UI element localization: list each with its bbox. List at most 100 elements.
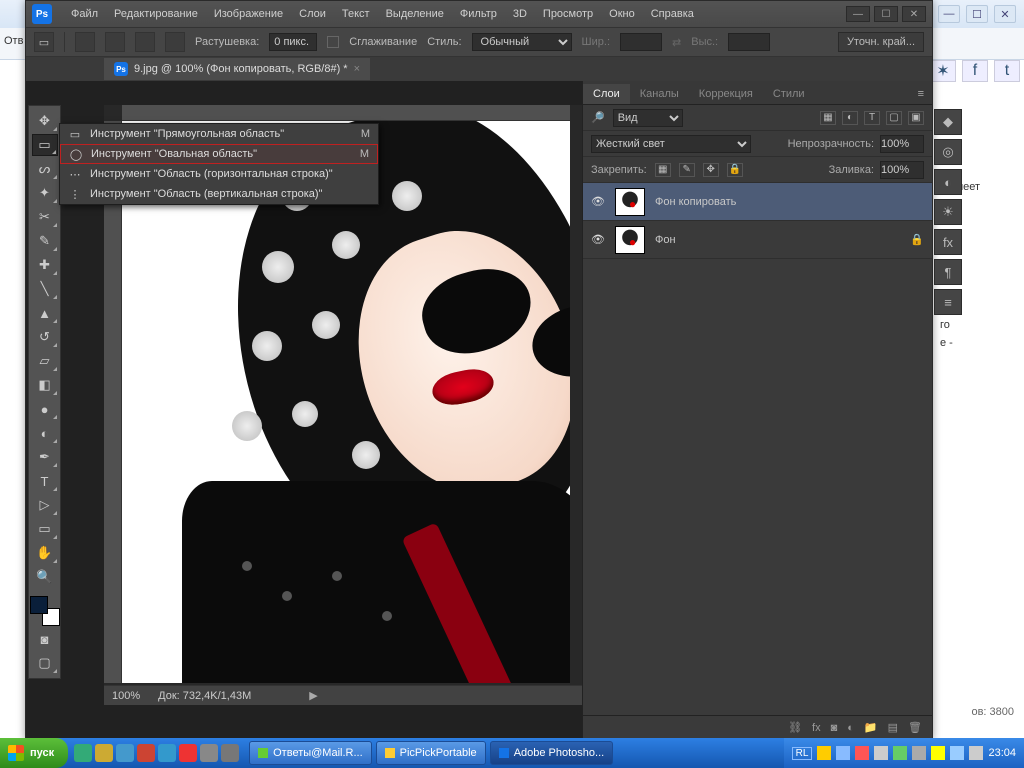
vk-icon[interactable]: ✶ xyxy=(930,60,956,82)
selection-subtract-icon[interactable] xyxy=(135,32,155,52)
menu-view[interactable]: Просмотр xyxy=(536,5,600,23)
dock-layers-icon[interactable]: ◆ xyxy=(934,109,962,135)
mask-icon[interactable]: ◙ xyxy=(831,722,838,734)
delete-layer-icon[interactable]: 🗑 xyxy=(908,721,922,734)
window-max-button[interactable]: ☐ xyxy=(874,6,898,22)
dock-styles-icon[interactable]: fx xyxy=(934,229,962,255)
adjustment-icon[interactable]: ◐ xyxy=(847,722,854,734)
stamp-tool-icon[interactable]: ▲ xyxy=(32,302,58,324)
document-tab[interactable]: Ps 9.jpg @ 100% (Фон копировать, RGB/8#)… xyxy=(104,58,370,80)
menu-file[interactable]: Файл xyxy=(64,5,105,23)
flyout-item-ellipse[interactable]: ◯ Инструмент "Овальная область" M xyxy=(60,144,378,164)
browser-max-button[interactable]: ☐ xyxy=(966,5,988,23)
facebook-icon[interactable]: f xyxy=(962,60,988,82)
close-tab-icon[interactable]: × xyxy=(354,63,360,75)
menu-edit[interactable]: Редактирование xyxy=(107,5,205,23)
tray-icon[interactable] xyxy=(836,746,850,760)
filter-adjust-icon[interactable]: ◐ xyxy=(842,111,858,125)
screenmode-icon[interactable]: ▢ xyxy=(32,652,58,674)
tray-icon[interactable] xyxy=(874,746,888,760)
selection-add-icon[interactable] xyxy=(105,32,125,52)
filter-pixel-icon[interactable]: ▦ xyxy=(820,111,836,125)
layer-thumb[interactable] xyxy=(615,188,645,216)
filter-type-icon[interactable]: T xyxy=(864,111,880,125)
lasso-tool-icon[interactable]: ᔕ xyxy=(32,158,58,180)
task-button[interactable]: PicPickPortable xyxy=(376,741,486,765)
visibility-icon[interactable]: 👁 xyxy=(591,195,605,208)
menu-select[interactable]: Выделение xyxy=(379,5,451,23)
ruler-vertical[interactable] xyxy=(104,121,122,683)
link-layers-icon[interactable]: ⛓ xyxy=(788,721,802,734)
menu-help[interactable]: Справка xyxy=(644,5,701,23)
doc-size[interactable]: Док: 732,4K/1,43M xyxy=(158,690,251,702)
titlebar[interactable]: Ps Файл Редактирование Изображение Слои … xyxy=(26,1,932,27)
ql-icon[interactable] xyxy=(200,744,218,762)
lock-move-icon[interactable]: ✥ xyxy=(703,163,719,177)
browser-close-button[interactable]: ✕ xyxy=(994,5,1016,23)
task-button[interactable]: Ответы@Mail.R... xyxy=(249,741,372,765)
search-icon[interactable]: 🔎 xyxy=(591,111,605,124)
tab-styles[interactable]: Стили xyxy=(763,84,815,104)
new-layer-icon[interactable]: ▤ xyxy=(888,721,898,734)
tray-icon[interactable] xyxy=(817,746,831,760)
selection-new-icon[interactable] xyxy=(75,32,95,52)
antialias-checkbox[interactable] xyxy=(327,36,339,48)
lock-paint-icon[interactable]: ✎ xyxy=(679,163,695,177)
shape-tool-icon[interactable]: ▭ xyxy=(32,518,58,540)
tray-icon[interactable] xyxy=(950,746,964,760)
color-swatches[interactable] xyxy=(30,596,60,626)
ql-icon[interactable] xyxy=(74,744,92,762)
gradient-tool-icon[interactable]: ◧ xyxy=(32,374,58,396)
tab-adjustments[interactable]: Коррекция xyxy=(689,84,763,104)
volume-icon[interactable] xyxy=(969,746,983,760)
menu-window[interactable]: Окно xyxy=(602,5,642,23)
style-select[interactable]: Обычный xyxy=(472,33,572,51)
flyout-item-row[interactable]: ⋯ Инструмент "Область (горизонтальная ст… xyxy=(60,164,378,184)
menu-3d[interactable]: 3D xyxy=(506,5,534,23)
browser-min-button[interactable]: — xyxy=(938,5,960,23)
blend-mode-select[interactable]: Жесткий свет xyxy=(591,135,751,153)
tray-icon[interactable] xyxy=(912,746,926,760)
window-close-button[interactable]: ✕ xyxy=(902,6,926,22)
tab-layers[interactable]: Слои xyxy=(583,84,630,104)
task-button[interactable]: Adobe Photosho... xyxy=(490,741,614,765)
status-arrow-icon[interactable]: ▶ xyxy=(309,689,317,702)
twitter-icon[interactable]: t xyxy=(994,60,1020,82)
ruler-horizontal[interactable] xyxy=(122,105,570,121)
ql-icon[interactable] xyxy=(137,744,155,762)
dock-adjust-icon[interactable]: ☀ xyxy=(934,199,962,225)
flyout-item-col[interactable]: ⋮ Инструмент "Область (вертикальная стро… xyxy=(60,184,378,204)
zoom-tool-icon[interactable]: 🔍 xyxy=(32,566,58,588)
visibility-icon[interactable]: 👁 xyxy=(591,233,605,246)
panel-menu-icon[interactable]: ≡ xyxy=(910,84,932,104)
refine-edge-button[interactable]: Уточн. край... xyxy=(838,32,924,52)
lock-trans-icon[interactable]: ▦ xyxy=(655,163,671,177)
tray-icon[interactable] xyxy=(931,746,945,760)
wand-tool-icon[interactable]: ✦ xyxy=(32,182,58,204)
filter-shape-icon[interactable]: ▢ xyxy=(886,111,902,125)
ql-icon[interactable] xyxy=(95,744,113,762)
lock-all-icon[interactable]: 🔒 xyxy=(727,163,743,177)
history-brush-tool-icon[interactable]: ↺ xyxy=(32,326,58,348)
dock-brush-icon[interactable]: ≡ xyxy=(934,289,962,315)
layer-thumb[interactable] xyxy=(615,226,645,254)
eraser-tool-icon[interactable]: ▱ xyxy=(32,350,58,372)
menu-image[interactable]: Изображение xyxy=(207,5,290,23)
brush-tool-icon[interactable]: ╲ xyxy=(32,278,58,300)
quickmask-icon[interactable]: ◙ xyxy=(32,628,58,650)
opacity-input[interactable] xyxy=(880,135,924,153)
zoom-level[interactable]: 100% xyxy=(112,690,140,702)
group-icon[interactable]: 📁 xyxy=(864,721,878,734)
layer-kind-select[interactable]: Вид xyxy=(613,109,683,127)
layer-row[interactable]: 👁 Фон 🔒 xyxy=(583,221,932,259)
dock-color-icon[interactable]: ◎ xyxy=(934,139,962,165)
clock[interactable]: 23:04 xyxy=(988,747,1016,759)
menu-filter[interactable]: Фильтр xyxy=(453,5,504,23)
layer-name[interactable]: Фон xyxy=(655,234,676,246)
marquee-tool-icon[interactable]: ▭ xyxy=(32,134,58,156)
tray-icon[interactable] xyxy=(893,746,907,760)
ql-icon[interactable] xyxy=(158,744,176,762)
hand-tool-icon[interactable]: ✋ xyxy=(32,542,58,564)
filter-smart-icon[interactable]: ▣ xyxy=(908,111,924,125)
dock-swatch-icon[interactable]: ◐ xyxy=(934,169,962,195)
